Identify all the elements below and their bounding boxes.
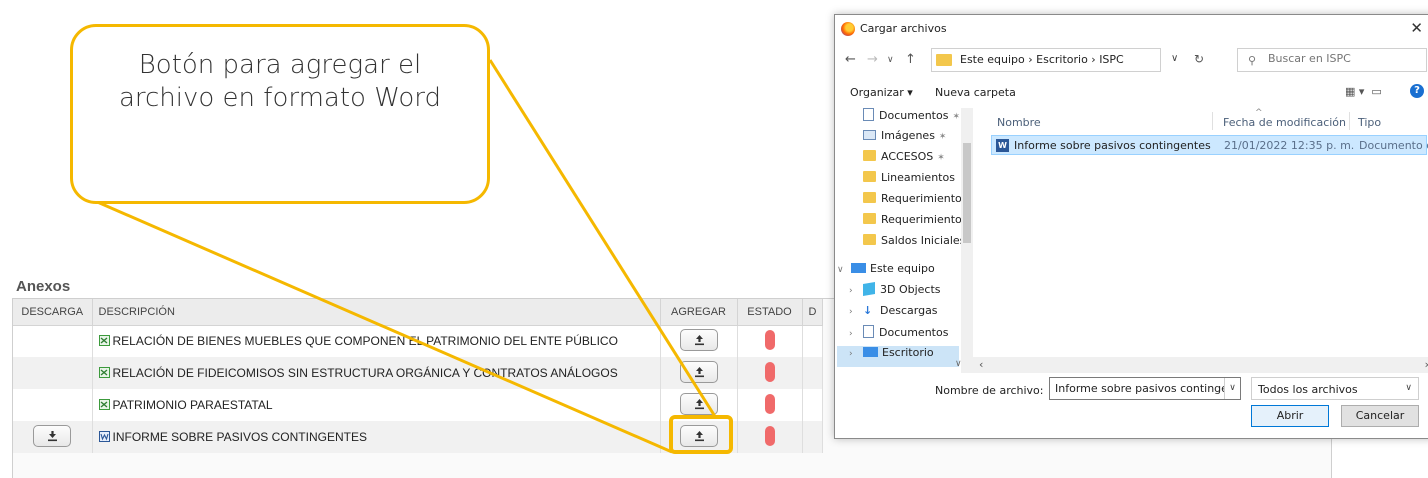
upload-button-highlight bbox=[669, 415, 733, 454]
close-icon[interactable]: ✕ bbox=[1410, 19, 1423, 37]
new-folder-button[interactable]: Nueva carpeta bbox=[935, 86, 1016, 99]
up-arrow-icon[interactable]: ↑ bbox=[905, 52, 916, 67]
cube-icon bbox=[863, 281, 875, 297]
file-list-header: ^ Nombre Fecha de modificación Tipo bbox=[987, 108, 1427, 132]
col-header-tipo[interactable]: Tipo bbox=[1358, 116, 1381, 129]
filename-label: Nombre de archivo: bbox=[935, 384, 1044, 397]
filename-input[interactable]: Informe sobre pasivos contingentes ∨ bbox=[1049, 377, 1241, 400]
dialog-navbar: ← → ∨ ↑ Este equipo › Escritorio › ISPC … bbox=[835, 48, 1428, 74]
filename-value: Informe sobre pasivos contingentes bbox=[1055, 382, 1241, 395]
chevron-down-icon[interactable]: ∨ bbox=[955, 359, 962, 369]
navigation-pane: Documentos ✶ Imágenes ✶ ACCESOS ✶ Lineamien… bbox=[835, 108, 973, 373]
search-input[interactable] bbox=[1268, 52, 1418, 65]
view-options-icon[interactable]: ▦ ▾ ▭ bbox=[1345, 85, 1382, 98]
nav-item-este-equipo[interactable]: ∨ Este equipo bbox=[837, 262, 935, 283]
nav-item-accesos[interactable]: ACCESOS ✶ bbox=[863, 150, 945, 171]
file-type: Documento de bbox=[1359, 139, 1428, 152]
nav-item-requerimiento[interactable]: Requerimiento bbox=[863, 192, 962, 213]
folder-icon bbox=[863, 234, 876, 245]
breadcrumb[interactable]: Este equipo › Escritorio › ISPC bbox=[960, 53, 1124, 66]
nav-item-documentos-pc[interactable]: › Documentos bbox=[849, 325, 948, 346]
file-type-select[interactable]: Todos los archivos ∨ bbox=[1251, 377, 1419, 400]
image-icon bbox=[863, 130, 876, 140]
search-box[interactable]: ⚲ bbox=[1237, 48, 1427, 72]
col-header-fecha[interactable]: Fecha de modificación bbox=[1223, 116, 1346, 129]
folder-icon bbox=[863, 150, 876, 161]
chevron-down-icon[interactable]: ∨ bbox=[1224, 378, 1240, 399]
doc-icon bbox=[863, 325, 874, 338]
desktop-icon bbox=[863, 347, 878, 357]
scroll-right-icon[interactable]: › bbox=[1425, 358, 1428, 371]
pin-icon: ✶ bbox=[938, 132, 947, 142]
nav-item-documentos[interactable]: Documentos ✶ bbox=[863, 108, 960, 129]
dialog-titlebar: Cargar archivos ✕ bbox=[835, 15, 1428, 43]
file-list-item[interactable]: W Informe sobre pasivos contingentes 21/… bbox=[991, 135, 1428, 155]
nav-scroll-thumb[interactable] bbox=[963, 143, 971, 243]
chevron-down-icon[interactable]: ∨ bbox=[1171, 53, 1178, 64]
scroll-left-icon[interactable]: ‹ bbox=[979, 358, 983, 371]
chevron-right-icon: › bbox=[849, 307, 853, 317]
chevron-down-icon: ∨ bbox=[1405, 383, 1412, 393]
nav-item-lineamientos[interactable]: Lineamientos bbox=[863, 171, 955, 192]
file-type-value: Todos los archivos bbox=[1258, 383, 1358, 396]
chevron-right-icon: › bbox=[849, 286, 853, 296]
forward-arrow-icon[interactable]: → bbox=[867, 52, 878, 67]
pin-icon: ✶ bbox=[952, 112, 960, 122]
pc-icon bbox=[851, 263, 866, 273]
chevron-down-icon: ∨ bbox=[837, 265, 844, 275]
dialog-toolbar: Organizar ▾ Nueva carpeta ▦ ▾ ▭ ? bbox=[835, 83, 1428, 103]
folder-icon bbox=[863, 171, 876, 182]
firefox-icon bbox=[841, 22, 855, 36]
recent-dropdown-icon[interactable]: ∨ bbox=[887, 55, 894, 65]
nav-item-escritorio[interactable]: › Escritorio bbox=[837, 346, 959, 367]
file-name: Informe sobre pasivos contingentes bbox=[1014, 139, 1211, 152]
download-icon: ↓ bbox=[863, 304, 873, 317]
address-bar[interactable]: Este equipo › Escritorio › ISPC bbox=[931, 48, 1161, 72]
refresh-icon[interactable]: ↻ bbox=[1194, 52, 1204, 66]
open-button[interactable]: Abrir bbox=[1251, 405, 1329, 427]
chevron-right-icon: › bbox=[849, 329, 853, 339]
nav-item-saldos-iniciales[interactable]: Saldos Iniciales bbox=[863, 234, 965, 255]
file-modified: 21/01/2022 12:35 p. m. bbox=[1224, 139, 1355, 152]
callout-text: Botón para agregar el archivo en formato… bbox=[118, 50, 442, 113]
help-icon[interactable]: ? bbox=[1410, 84, 1424, 98]
nav-item-imagenes[interactable]: Imágenes ✶ bbox=[863, 129, 946, 150]
search-icon: ⚲ bbox=[1248, 54, 1257, 67]
nav-item-3d-objects[interactable]: › 3D Objects bbox=[849, 281, 941, 304]
organize-button[interactable]: Organizar ▾ bbox=[850, 86, 913, 99]
callout-box: Botón para agregar el archivo en formato… bbox=[70, 24, 490, 204]
doc-icon bbox=[863, 108, 874, 121]
dialog-title: Cargar archivos bbox=[860, 22, 947, 35]
cancel-button[interactable]: Cancelar bbox=[1341, 405, 1419, 427]
col-header-nombre[interactable]: Nombre bbox=[997, 116, 1041, 129]
nav-item-descargas[interactable]: › ↓ Descargas bbox=[849, 304, 938, 325]
folder-icon bbox=[863, 213, 876, 224]
chevron-right-icon: › bbox=[849, 349, 853, 359]
back-arrow-icon[interactable]: ← bbox=[845, 52, 856, 67]
folder-icon bbox=[936, 54, 952, 66]
horizontal-scrollbar[interactable]: ‹ › bbox=[973, 357, 1428, 373]
word-doc-icon: W bbox=[996, 139, 1009, 152]
nav-item-requerimientos[interactable]: Requerimientos bbox=[863, 213, 968, 234]
file-open-dialog: Cargar archivos ✕ ← → ∨ ↑ Este equipo › … bbox=[834, 14, 1428, 439]
nav-scrollbar[interactable] bbox=[961, 108, 973, 373]
folder-icon bbox=[863, 192, 876, 203]
pin-icon: ✶ bbox=[937, 153, 945, 163]
